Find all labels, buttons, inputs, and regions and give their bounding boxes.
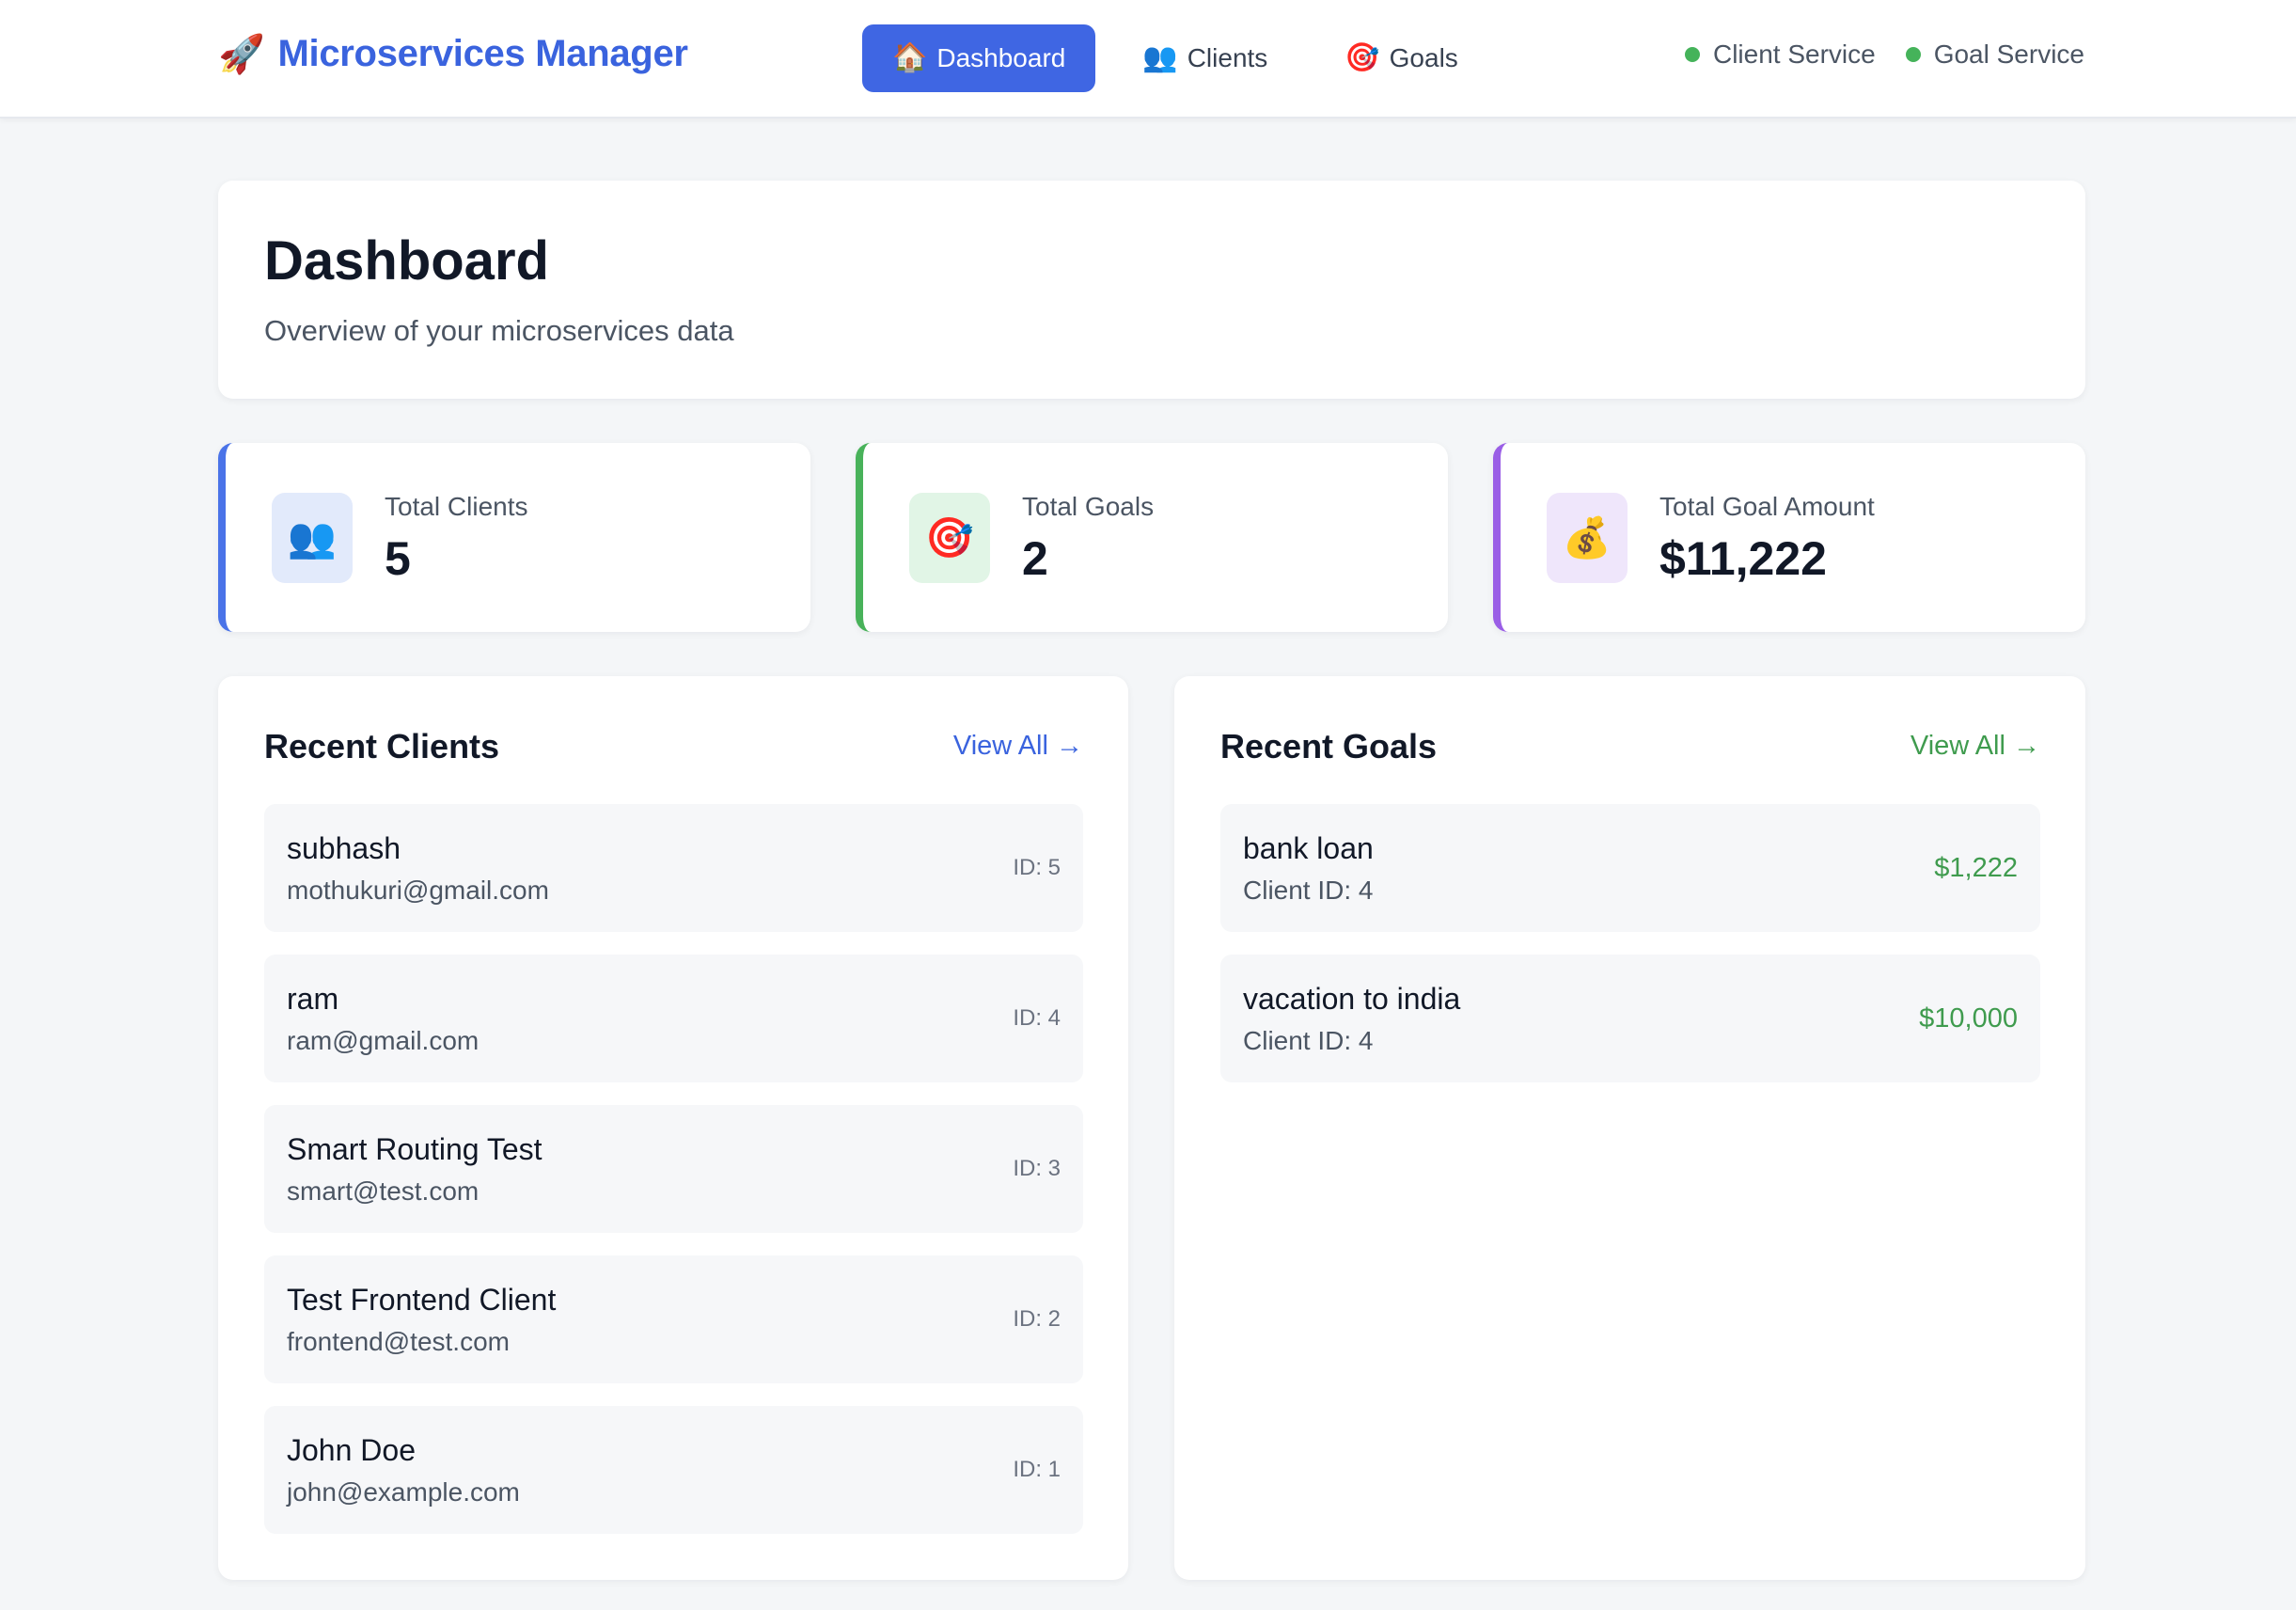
goal-name: vacation to india [1243,982,1461,1016]
list-item[interactable]: bank loan Client ID: 4 $1,222 [1220,804,2040,932]
list-item[interactable]: John Doe john@example.com ID: 1 [264,1406,1083,1534]
view-all-clients-link[interactable]: View All → [953,731,1083,762]
list-item[interactable]: vacation to india Client ID: 4 $10,000 [1220,955,2040,1082]
nav-label: Goals [1389,43,1458,72]
list-item[interactable]: Test Frontend Client frontend@test.com I… [264,1255,1083,1383]
users-icon: 👥 [272,493,353,583]
page-subtitle: Overview of your microservices data [264,314,734,347]
target-icon: 🎯 [1345,42,1380,73]
goal-name: bank loan [1243,831,1374,865]
client-name: Smart Routing Test [287,1132,543,1166]
page-header-card: Dashboard Overview of your microservices… [218,181,2085,399]
recent-clients-card: Recent Clients View All → subhash mothuk… [218,676,1128,1580]
recent-goals-title: Recent Goals [1220,727,1438,766]
nav-label: Clients [1187,43,1268,72]
client-id: ID: 3 [1013,1156,1061,1181]
goals-list: bank loan Client ID: 4 $1,222 vacation t… [1220,804,2040,1105]
brand-logo[interactable]: 🚀 Microservices Manager [218,32,688,76]
goal-amount: $10,000 [1919,1003,2018,1034]
client-name: Test Frontend Client [287,1283,557,1317]
house-icon: 🏠 [892,42,928,73]
client-name: John Doe [287,1433,416,1467]
view-all-goals-link[interactable]: View All → [1911,731,2040,762]
nav-goals[interactable]: 🎯 Goals [1314,24,1488,92]
target-icon: 🎯 [909,493,990,583]
list-item[interactable]: ram ram@gmail.com ID: 4 [264,955,1083,1082]
stat-value: $11,222 [1659,532,1827,585]
stat-label: Total Goal Amount [1659,492,1875,521]
service-label: Goal Service [1933,39,2084,69]
client-email: mothukuri@gmail.com [287,876,549,905]
stat-card-total-goal-amount: 💰 Total Goal Amount $11,222 [1493,443,2085,632]
nav-label: Dashboard [936,43,1066,72]
goal-client-id: Client ID: 4 [1243,1026,1374,1055]
page-title: Dashboard [264,230,549,292]
client-id: ID: 5 [1013,855,1061,880]
goal-client-id: Client ID: 4 [1243,876,1374,905]
stat-card-total-clients: 👥 Total Clients 5 [218,443,810,632]
app-title: Microservices Manager [277,33,688,74]
stat-card-total-goals: 🎯 Total Goals 2 [856,443,1448,632]
goal-amount: $1,222 [1934,853,2018,883]
client-email: ram@gmail.com [287,1026,480,1055]
list-item[interactable]: subhash mothukuri@gmail.com ID: 5 [264,804,1083,932]
stat-label: Total Clients [385,492,528,521]
nav-dashboard[interactable]: 🏠 Dashboard [862,24,1096,92]
client-service-status: Client Service [1684,39,1876,70]
nav-clients[interactable]: 👥 Clients [1112,24,1297,92]
recent-clients-title: Recent Clients [264,727,500,766]
recent-goals-card: Recent Goals View All → bank loan Client… [1174,676,2085,1580]
main-nav: 🏠 Dashboard 👥 Clients 🎯 Goals [862,24,1488,92]
stat-value: 5 [385,532,411,585]
client-name: subhash [287,831,401,865]
client-id: ID: 1 [1013,1457,1061,1482]
rocket-icon: 🚀 [218,34,265,75]
status-dot-icon [1905,47,1921,62]
status-dot-icon [1684,47,1700,62]
stat-value: 2 [1022,532,1048,585]
stat-label: Total Goals [1022,492,1155,521]
clients-list: subhash mothukuri@gmail.com ID: 5 ram ra… [264,804,1083,1556]
users-icon: 👥 [1142,42,1178,73]
client-id: ID: 2 [1013,1306,1061,1332]
list-item[interactable]: Smart Routing Test smart@test.com ID: 3 [264,1105,1083,1233]
client-name: ram [287,982,339,1016]
client-id: ID: 4 [1013,1005,1061,1031]
client-email: smart@test.com [287,1176,480,1206]
client-email: john@example.com [287,1477,520,1507]
goal-service-status: Goal Service [1905,39,2084,70]
top-navigation-bar: 🚀 Microservices Manager 🏠 Dashboard 👥 Cl… [0,0,2296,118]
client-email: frontend@test.com [287,1327,510,1356]
service-label: Client Service [1712,39,1876,69]
money-bag-icon: 💰 [1547,493,1628,583]
service-status: Client Service Goal Service [1684,39,2084,70]
